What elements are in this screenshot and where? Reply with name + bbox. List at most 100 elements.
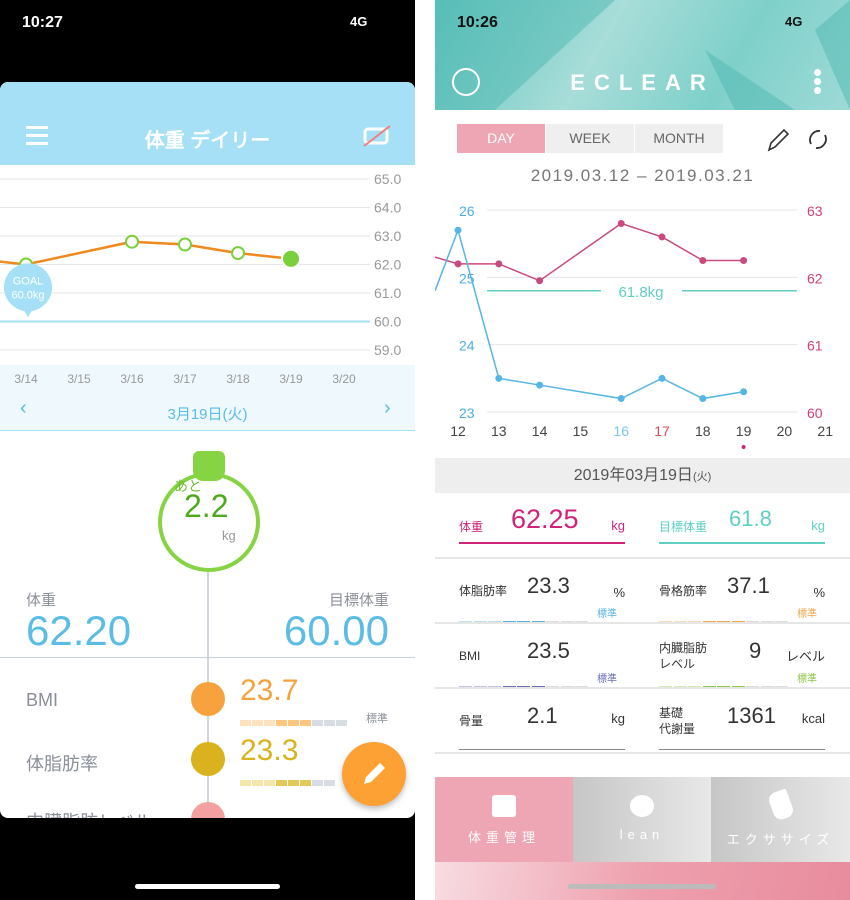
x-tick-label: 3/14	[14, 372, 38, 386]
date-header: 2019年03月19日(火)	[435, 458, 850, 493]
x-tick-label: 15	[573, 423, 589, 439]
left-axis-label: 26	[459, 203, 475, 219]
data-point	[617, 219, 625, 227]
y-tick-label: 64.0	[374, 200, 401, 216]
right-axis-label: 61	[807, 338, 823, 354]
data-point	[281, 248, 301, 269]
y-tick-label: 61.0	[374, 285, 401, 301]
scale-icon	[193, 451, 225, 481]
data-point	[740, 257, 748, 264]
nav-lean[interactable]: lean	[573, 777, 711, 862]
x-tick-label: 3/18	[226, 372, 250, 386]
x-tick-label: 3/20	[332, 372, 356, 386]
goal-bubble-tail	[22, 307, 34, 318]
left-axis-label: 24	[459, 338, 475, 354]
tab-month[interactable]: MONTH	[635, 124, 723, 153]
x-tick-label: 14	[532, 423, 548, 439]
bmi-line	[435, 227, 744, 400]
bmi-bar	[240, 713, 348, 731]
home-indicator	[568, 884, 716, 889]
right-axis-label: 62	[807, 270, 823, 286]
weight-card: 体重 デイリー 65.0 64.0 63.0 62.0 61.0 60.0 59.0 GOAL…	[0, 82, 415, 818]
current-weight: 62.20	[26, 607, 132, 654]
data-point	[658, 374, 666, 382]
data-point	[658, 233, 666, 241]
next-day-button[interactable]: ›	[384, 397, 391, 420]
y-tick-label: 65.0	[374, 171, 401, 187]
left-axis-label: 23	[459, 405, 475, 421]
remaining-value: 2.2	[184, 488, 229, 524]
visceral-fat-icon	[191, 802, 225, 818]
level-bar	[459, 675, 590, 693]
x-tick-label: 3/19	[279, 372, 303, 386]
x-tick-label: 18	[695, 423, 711, 439]
data-point	[699, 395, 707, 403]
y-tick-label: 59.0	[374, 342, 401, 358]
more-options-icon[interactable]: • • •	[813, 59, 823, 103]
data-point	[617, 395, 625, 403]
x-tick-label: 3/16	[120, 372, 144, 386]
exercise-icon	[766, 788, 795, 822]
y-tick-label: 63.0	[374, 228, 401, 244]
goal-value: 60.0kg	[11, 289, 44, 301]
target-weight: 60.00	[283, 607, 389, 654]
x-tick-label: 20	[777, 423, 793, 439]
data-point	[740, 388, 748, 396]
y-tick-label: 60.0	[374, 314, 401, 330]
data-point	[454, 226, 462, 234]
period-tabs: DAY WEEK MONTH	[457, 124, 724, 153]
status-time: 10:27	[22, 14, 63, 31]
right-phone-screen: 10:26 4G ECLEAR • • • DAY WEEK MONTH 2019.…	[435, 0, 850, 900]
home-indicator	[135, 884, 280, 889]
header: 体重 デイリー	[0, 82, 415, 165]
left-phone-screen: 10:27 4G 体重 デイリー 65.0 64.0 63.0 62.0 61.0 60.…	[0, 0, 415, 900]
current-date: 3月19日(火)	[167, 406, 248, 423]
x-tick-label: 21	[817, 423, 833, 439]
nav-exercise[interactable]: エクササイズ	[711, 777, 850, 862]
level-bar	[659, 610, 790, 628]
header: 10:26 4G ECLEAR • • •	[435, 0, 850, 110]
remaining-ring: あと 2.2 kg	[158, 472, 260, 572]
tab-week[interactable]: WEEK	[546, 124, 634, 153]
data-point	[125, 234, 139, 249]
weight-line	[435, 222, 744, 282]
page-title: 体重 デイリー	[144, 130, 271, 152]
x-tick-label: 16	[613, 423, 629, 439]
scale-icon	[492, 795, 516, 817]
level-bar	[659, 675, 790, 693]
x-tick-label: 3/15	[67, 372, 91, 386]
right-axis-label: 63	[807, 203, 823, 219]
data-point	[495, 260, 503, 268]
status-network: 4G	[350, 14, 368, 29]
data-point	[178, 237, 192, 252]
target-weight-field: 目標体重 61.8 kg	[659, 506, 825, 544]
x-tick-label: 19	[736, 423, 752, 439]
pencil-icon[interactable]	[765, 126, 791, 154]
sync-disabled-icon[interactable]	[362, 122, 392, 150]
x-tick-label: 17	[654, 423, 670, 439]
edit-fab-button[interactable]	[342, 742, 406, 806]
body-icon	[191, 682, 225, 716]
level-bar	[459, 610, 590, 628]
data-point	[231, 246, 245, 261]
nav-weight-management[interactable]: 体重管理	[435, 777, 573, 862]
data-point	[454, 260, 462, 268]
date-range: 2019.03.12 – 2019.03.21	[530, 166, 755, 185]
refresh-icon[interactable]	[805, 126, 831, 154]
data-point	[495, 374, 503, 382]
x-tick-label: 12	[450, 423, 466, 439]
pencil-icon	[364, 763, 385, 784]
selected-day-marker	[741, 445, 746, 449]
target-label: 61.8kg	[618, 284, 663, 301]
body-fat-icon	[191, 742, 225, 776]
trend-chart: 262524236362616061.8kg12 13 14 15 16 17 18 19 20…	[435, 203, 833, 449]
weight-field: 体重 62.25 kg	[459, 504, 625, 544]
data-point	[536, 381, 544, 389]
x-axis-strip: 3/14 3/15 3/16 3/17 3/18 3/19 3/20 ‹ 3月19日(火) …	[0, 365, 415, 431]
weight-chart: 65.0 64.0 63.0 62.0 61.0 60.0 59.0 GOAL 60.0kg	[0, 171, 401, 358]
y-tick-label: 62.0	[374, 257, 401, 273]
data-point	[536, 277, 544, 285]
tab-day[interactable]: DAY	[457, 124, 545, 153]
data-point	[699, 257, 707, 264]
weight-line	[0, 240, 292, 266]
